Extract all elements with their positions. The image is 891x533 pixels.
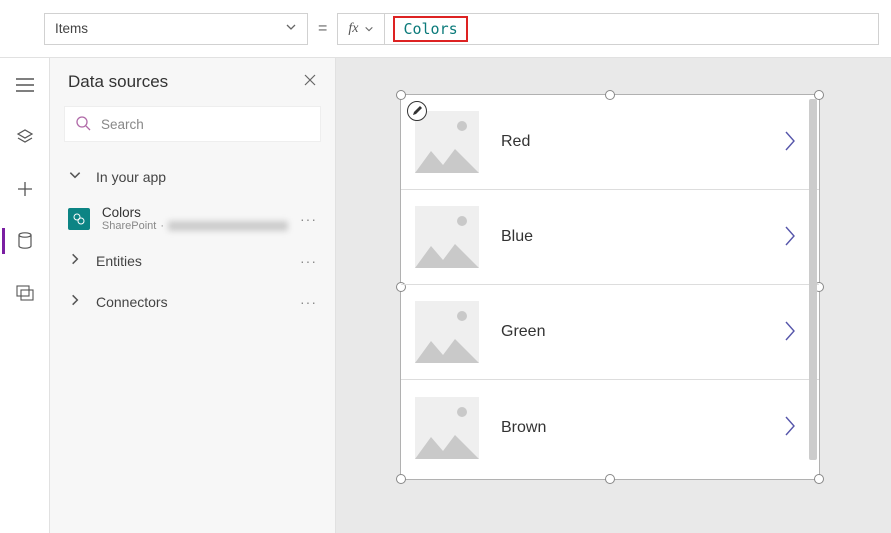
section-label: In your app <box>96 169 166 185</box>
image-placeholder-icon <box>415 206 479 268</box>
property-selector-label: Items <box>55 21 88 36</box>
chevron-right-icon <box>68 252 84 269</box>
media-icon[interactable] <box>4 280 46 306</box>
gallery-row[interactable]: Blue <box>401 190 819 285</box>
gallery-items: Red Blue <box>401 95 819 479</box>
formula-token: Colors <box>393 16 467 42</box>
formula-input[interactable]: Colors <box>385 13 879 45</box>
image-placeholder-icon <box>415 111 479 173</box>
edit-icon[interactable] <box>407 101 427 121</box>
chevron-down-icon <box>364 21 374 37</box>
search-field[interactable] <box>101 117 310 132</box>
gallery-item-title: Red <box>501 133 761 151</box>
more-icon[interactable]: ··· <box>300 253 317 269</box>
tree-view-icon[interactable] <box>4 72 46 98</box>
canvas[interactable]: Red Blue <box>336 58 891 533</box>
left-rail <box>0 58 50 533</box>
section-connectors[interactable]: Connectors ··· <box>50 281 335 322</box>
gallery-item-title: Brown <box>501 419 761 437</box>
sharepoint-icon <box>68 208 90 230</box>
chevron-down-icon <box>285 21 297 36</box>
search-icon <box>75 115 91 134</box>
add-icon[interactable] <box>4 176 46 202</box>
gallery-row[interactable]: Green <box>401 285 819 380</box>
search-input[interactable] <box>64 106 321 142</box>
close-icon[interactable] <box>303 73 317 92</box>
data-source-provider: SharePoint <box>102 220 156 232</box>
chevron-right-icon[interactable] <box>783 320 797 345</box>
panel-title: Data sources <box>68 72 168 92</box>
data-source-name: Colors <box>102 205 288 220</box>
property-selector[interactable]: Items <box>44 13 308 45</box>
gallery-control[interactable]: Red Blue <box>400 94 820 480</box>
fx-label: fx <box>348 21 358 37</box>
more-icon[interactable]: ··· <box>300 294 317 310</box>
section-label: Connectors <box>96 294 168 310</box>
chevron-right-icon[interactable] <box>783 415 797 440</box>
more-icon[interactable]: ··· <box>300 211 317 227</box>
section-entities[interactable]: Entities ··· <box>50 240 335 281</box>
scrollbar-thumb[interactable] <box>809 99 817 460</box>
section-label: Entities <box>96 253 142 269</box>
scrollbar[interactable] <box>809 99 817 475</box>
gallery-item-title: Blue <box>501 228 761 246</box>
chevron-right-icon[interactable] <box>783 130 797 155</box>
data-source-account-redacted <box>168 221 288 231</box>
data-sources-panel: Data sources In your app C <box>50 58 336 533</box>
equals-sign: = <box>308 20 337 38</box>
section-in-your-app[interactable]: In your app <box>50 156 335 197</box>
image-placeholder-icon <box>415 301 479 363</box>
insert-icon[interactable] <box>4 124 46 150</box>
data-source-item[interactable]: Colors SharePoint · ··· <box>50 197 335 240</box>
chevron-right-icon[interactable] <box>783 225 797 250</box>
formula-bar: Items = fx Colors <box>0 0 891 58</box>
data-icon[interactable] <box>2 228 44 254</box>
gallery-row[interactable]: Red <box>401 95 819 190</box>
chevron-down-icon <box>68 168 84 185</box>
gallery-item-title: Green <box>501 323 761 341</box>
chevron-right-icon <box>68 293 84 310</box>
gallery-row[interactable]: Brown <box>401 380 819 475</box>
fx-button[interactable]: fx <box>337 13 385 45</box>
image-placeholder-icon <box>415 397 479 459</box>
